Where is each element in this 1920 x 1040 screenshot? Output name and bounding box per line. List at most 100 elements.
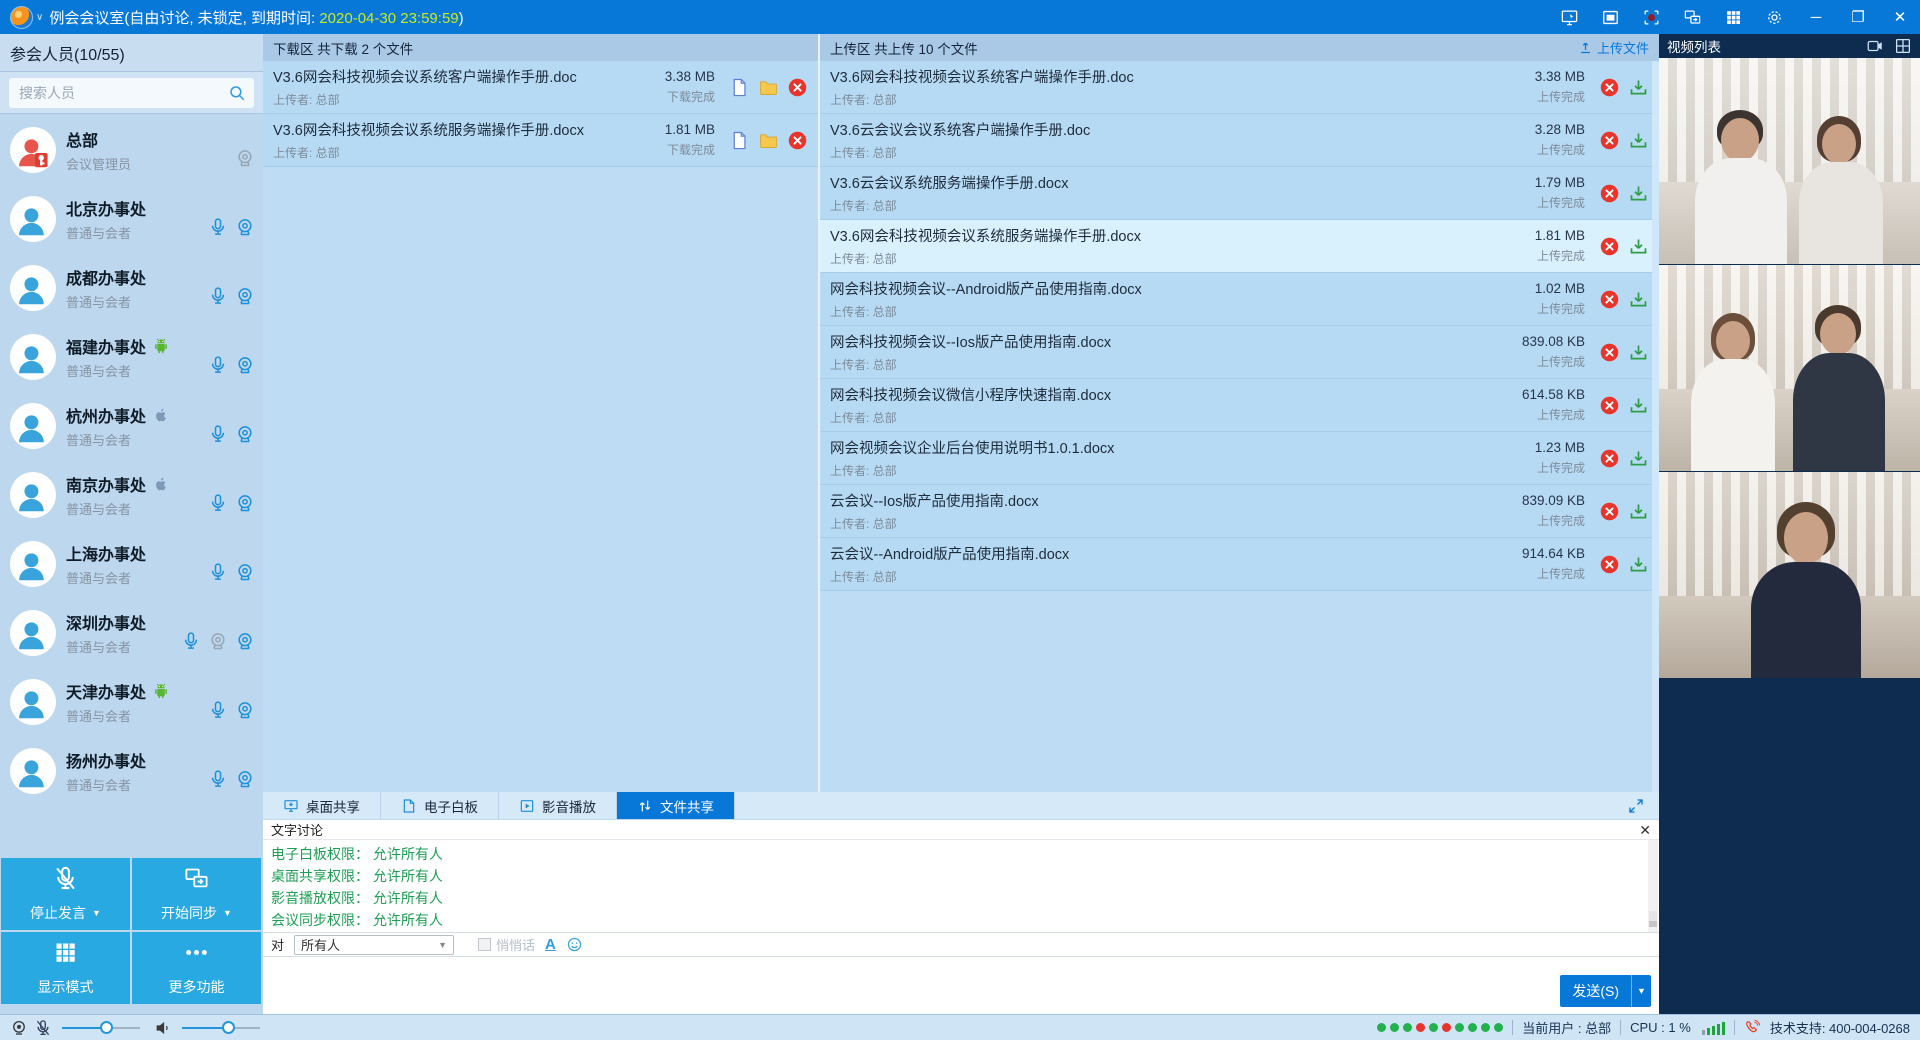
- del-icon[interactable]: [1599, 448, 1620, 469]
- participant-row[interactable]: 总部会议管理员: [0, 115, 263, 184]
- participant-row[interactable]: 天津办事处普通与会者: [0, 667, 263, 736]
- tab-desktop-share[interactable]: 桌面共享: [263, 792, 381, 819]
- del-icon[interactable]: [1599, 395, 1620, 416]
- recipient-select[interactable]: 所有人 ▼: [294, 935, 454, 955]
- dl-icon[interactable]: [1628, 501, 1649, 522]
- mic-muted-icon[interactable]: [34, 1019, 52, 1037]
- mic-icon[interactable]: [208, 355, 228, 375]
- search-input[interactable]: [17, 84, 228, 102]
- expand-icon[interactable]: [1627, 797, 1645, 815]
- file-row[interactable]: 云会议--Ios版产品使用指南.docx上传者: 总部839.09 KB上传完成: [820, 485, 1659, 538]
- font-color-icon[interactable]: A: [545, 936, 556, 953]
- whisper-checkbox[interactable]: [478, 938, 491, 951]
- webcam-icon[interactable]: [235, 631, 255, 651]
- chevron-down-icon[interactable]: ▼: [223, 908, 232, 918]
- mic-icon[interactable]: [208, 217, 228, 237]
- file-row[interactable]: V3.6网会科技视频会议系统客户端操作手册.doc上传者: 总部3.38 MB上…: [820, 61, 1659, 114]
- file-row[interactable]: V3.6网会科技视频会议系统服务端操作手册.docx上传者: 总部1.81 MB…: [263, 114, 818, 167]
- display-grid-icon[interactable]: [1724, 8, 1743, 27]
- video-thumbnail-1[interactable]: [1659, 58, 1920, 264]
- mic-icon[interactable]: [208, 700, 228, 720]
- del-icon[interactable]: [1599, 289, 1620, 310]
- speaker-volume-slider[interactable]: [182, 1021, 260, 1035]
- participant-row[interactable]: 深圳办事处普通与会者: [0, 598, 263, 667]
- maximize-button[interactable]: ❐: [1848, 8, 1868, 26]
- webcam-icon[interactable]: [235, 355, 255, 375]
- fullscreen-window-icon[interactable]: [1601, 8, 1620, 27]
- folder-icon[interactable]: [758, 130, 779, 151]
- webcam-icon[interactable]: [235, 217, 255, 237]
- video-layout-icon[interactable]: [1894, 37, 1912, 55]
- file-row[interactable]: 网会科技视频会议微信小程序快速指南.docx上传者: 总部614.58 KB上传…: [820, 379, 1659, 432]
- file-row[interactable]: V3.6云会议系统服务端操作手册.docx上传者: 总部1.79 MB上传完成: [820, 167, 1659, 220]
- chat-close-icon[interactable]: ✕: [1639, 823, 1651, 837]
- settings-gear-icon[interactable]: [1765, 8, 1784, 27]
- sync-screens-icon[interactable]: [1683, 8, 1702, 27]
- mic-volume-slider[interactable]: [62, 1021, 140, 1035]
- del-icon[interactable]: [1599, 130, 1620, 151]
- search-icon[interactable]: [228, 84, 246, 102]
- chevron-down-icon[interactable]: ▼: [92, 908, 101, 918]
- mic-icon[interactable]: [208, 493, 228, 513]
- app-logo-icon[interactable]: [10, 6, 33, 29]
- video-thumbnail-3[interactable]: [1659, 472, 1920, 678]
- speaker-icon[interactable]: [154, 1019, 172, 1037]
- dl-icon[interactable]: [1628, 395, 1649, 416]
- 开始同步-button[interactable]: 开始同步▼: [132, 858, 261, 930]
- del-icon[interactable]: [1599, 77, 1620, 98]
- dl-icon[interactable]: [1628, 448, 1649, 469]
- 显示模式-button[interactable]: 显示模式: [1, 932, 130, 1004]
- file-row[interactable]: V3.6网会科技视频会议系统服务端操作手册.docx上传者: 总部1.81 MB…: [820, 220, 1659, 273]
- webcam-icon[interactable]: [235, 493, 255, 513]
- file-row[interactable]: V3.6网会科技视频会议系统客户端操作手册.doc上传者: 总部3.38 MB下…: [263, 61, 818, 114]
- participant-row[interactable]: 南京办事处普通与会者: [0, 460, 263, 529]
- del-icon[interactable]: [1599, 501, 1620, 522]
- minimize-button[interactable]: ─: [1806, 9, 1826, 26]
- mic-icon[interactable]: [181, 631, 201, 651]
- emoji-icon[interactable]: [566, 936, 583, 953]
- chevron-down-icon[interactable]: ∨: [36, 12, 43, 23]
- upload-scrollbar[interactable]: [1652, 61, 1659, 792]
- webcam-icon[interactable]: [235, 286, 255, 306]
- chat-input-area[interactable]: 发送(S) ▼: [263, 957, 1659, 1014]
- page-icon[interactable]: [729, 130, 750, 151]
- webcam-icon[interactable]: [235, 562, 255, 582]
- dl-icon[interactable]: [1628, 342, 1649, 363]
- mic-icon[interactable]: [208, 424, 228, 444]
- file-row[interactable]: 网会视频会议企业后台使用说明书1.0.1.docx上传者: 总部1.23 MB上…: [820, 432, 1659, 485]
- remote-control-icon[interactable]: [1560, 8, 1579, 27]
- dl-icon[interactable]: [1628, 130, 1649, 151]
- webcam-icon[interactable]: [235, 424, 255, 444]
- 更多功能-button[interactable]: 更多功能: [132, 932, 261, 1004]
- del-icon[interactable]: [1599, 183, 1620, 204]
- mic-icon[interactable]: [208, 286, 228, 306]
- webcam-icon[interactable]: [235, 769, 255, 789]
- webcam-status-icon[interactable]: [10, 1019, 28, 1037]
- mic-icon[interactable]: [208, 769, 228, 789]
- dl-icon[interactable]: [1628, 183, 1649, 204]
- file-row[interactable]: 云会议--Android版产品使用指南.docx上传者: 总部914.64 KB…: [820, 538, 1659, 591]
- participant-row[interactable]: 杭州办事处普通与会者: [0, 391, 263, 460]
- page-icon[interactable]: [729, 77, 750, 98]
- dl-icon[interactable]: [1628, 554, 1649, 575]
- dl-icon[interactable]: [1628, 77, 1649, 98]
- del-icon[interactable]: [1599, 236, 1620, 257]
- mic-icon[interactable]: [208, 562, 228, 582]
- send-button[interactable]: 发送(S): [1560, 975, 1631, 1007]
- upload-file-link[interactable]: 上传文件: [1578, 38, 1649, 57]
- del-icon[interactable]: [1599, 554, 1620, 575]
- file-row[interactable]: V3.6云会议会议系统客户端操作手册.doc上传者: 总部3.28 MB上传完成: [820, 114, 1659, 167]
- webcam-off-icon[interactable]: [208, 631, 228, 651]
- dl-icon[interactable]: [1628, 289, 1649, 310]
- video-thumbnail-2[interactable]: [1659, 265, 1920, 471]
- file-row[interactable]: 网会科技视频会议--Android版产品使用指南.docx上传者: 总部1.02…: [820, 273, 1659, 326]
- del-icon[interactable]: [787, 77, 808, 98]
- chat-scrollbar[interactable]: [1648, 840, 1658, 932]
- tab-whiteboard[interactable]: 电子白板: [381, 792, 499, 819]
- participant-row[interactable]: 福建办事处普通与会者: [0, 322, 263, 391]
- 停止发言-button[interactable]: 停止发言▼: [1, 858, 130, 930]
- participant-row[interactable]: 北京办事处普通与会者: [0, 184, 263, 253]
- participant-row[interactable]: 成都办事处普通与会者: [0, 253, 263, 322]
- file-row[interactable]: 网会科技视频会议--Ios版产品使用指南.docx上传者: 总部839.08 K…: [820, 326, 1659, 379]
- folder-icon[interactable]: [758, 77, 779, 98]
